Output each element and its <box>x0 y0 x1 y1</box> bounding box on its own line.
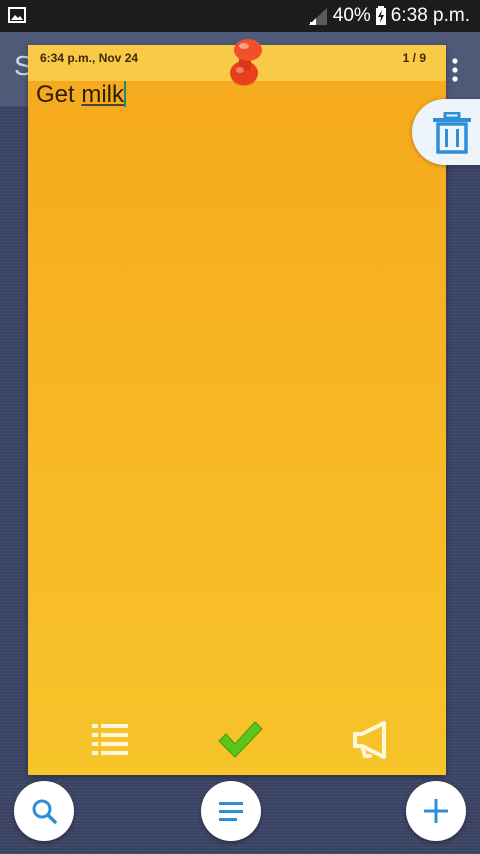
more-vert-icon[interactable] <box>452 58 458 82</box>
menu-lines-icon <box>219 802 243 821</box>
sticky-note[interactable]: 6:34 p.m., Nov 24 1 / 9 Get milk <box>28 39 446 775</box>
trash-icon <box>433 112 471 154</box>
checklist-icon[interactable] <box>90 719 130 759</box>
plus-icon <box>424 799 448 823</box>
search-icon <box>32 799 57 824</box>
push-pin-icon <box>230 39 262 86</box>
note-page-indicator: 1 / 9 <box>402 51 426 65</box>
battery-percent: 40% <box>332 5 371 26</box>
check-icon[interactable] <box>216 717 264 761</box>
note-text-underlined: milk <box>81 81 125 108</box>
add-note-button[interactable] <box>406 781 466 841</box>
note-body[interactable]: Get milk <box>36 81 127 109</box>
delete-button[interactable] <box>412 99 480 165</box>
status-bar: 40% 6:38 p.m. <box>0 0 480 32</box>
signal-icon <box>308 8 327 25</box>
note-text-plain: Get <box>36 81 82 108</box>
megaphone-icon[interactable] <box>350 719 392 761</box>
battery-charging-icon <box>375 6 386 25</box>
image-notification-icon <box>8 7 26 23</box>
menu-button[interactable] <box>201 781 261 841</box>
status-time: 6:38 p.m. <box>390 5 470 26</box>
text-cursor <box>124 81 127 107</box>
note-timestamp: 6:34 p.m., Nov 24 <box>40 51 139 65</box>
search-button[interactable] <box>14 781 74 841</box>
